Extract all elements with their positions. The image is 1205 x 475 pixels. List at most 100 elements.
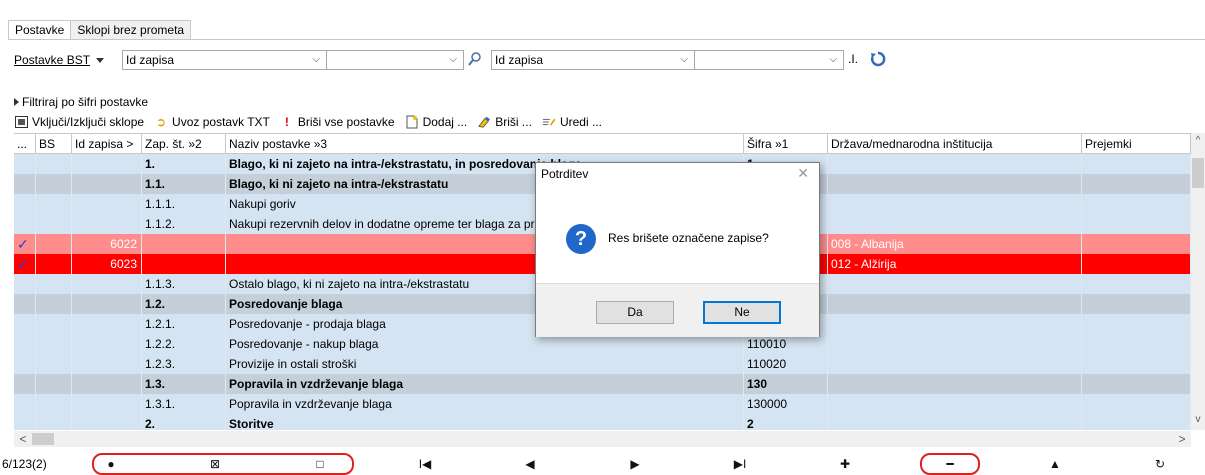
row-select-cell[interactable] [14,374,36,394]
sifra-cell[interactable]: 110020 [744,354,828,374]
bs-cell[interactable] [36,274,72,294]
prejemki-cell[interactable] [1082,414,1191,430]
field-select-1[interactable]: Id zapisa ⌵ [122,50,327,70]
row-select-cell[interactable] [14,154,36,174]
zap-cell[interactable]: 1. [142,154,226,174]
drzava-cell[interactable] [828,214,1082,234]
zap-cell[interactable]: 1.3. [142,374,226,394]
drzava-cell[interactable] [828,354,1082,374]
nav-first-button[interactable]: I◀ [410,456,440,472]
column-header-bs[interactable]: BS [36,134,72,154]
yes-button[interactable]: Da [596,301,674,324]
bs-cell[interactable] [36,194,72,214]
edit-button[interactable]: Uredi ... [542,115,602,129]
nav-clear-mark-button[interactable]: ⊠ [200,456,230,472]
bs-cell[interactable] [36,394,72,414]
prejemki-cell[interactable] [1082,394,1191,414]
prejemki-cell[interactable] [1082,334,1191,354]
id-cell[interactable] [72,274,142,294]
naziv-cell[interactable]: Popravila in vzdrževanje blaga [226,374,744,394]
id-cell[interactable] [72,194,142,214]
zap-cell[interactable]: 1.1. [142,174,226,194]
filter-value-2[interactable]: ⌵ [694,50,844,70]
horizontal-scrollbar[interactable]: < > [14,431,1191,447]
row-select-cell[interactable]: ✓ [14,234,36,254]
sifra-cell[interactable]: 2 [744,414,828,430]
row-select-cell[interactable] [14,174,36,194]
naziv-cell[interactable]: Popravila in vzdrževanje blaga [226,394,744,414]
prejemki-cell[interactable] [1082,374,1191,394]
zap-cell[interactable]: 1.1.3. [142,274,226,294]
bs-cell[interactable] [36,254,72,274]
filter-value-1[interactable]: ⌵ [326,50,464,70]
postavke-bst-link[interactable]: Postavke BST [14,53,90,67]
drzava-cell[interactable]: 012 - Alžirija [828,254,1082,274]
prejemki-cell[interactable] [1082,154,1191,174]
nav-next-button[interactable]: ▶ [620,456,650,472]
sifra-cell[interactable]: 110010 [744,334,828,354]
chevron-down-icon[interactable] [96,57,105,63]
zap-cell[interactable]: 1.2.2. [142,334,226,354]
column-header-id[interactable]: Id zapisa > [72,134,142,154]
tab-sklopi-brez-prometa[interactable]: Sklopi brez prometa [70,20,192,40]
nav-edit-button[interactable]: ▲ [1040,456,1070,472]
zap-cell[interactable] [142,254,226,274]
table-row[interactable]: 1.2.2. Posredovanje - nakup blaga 110010 [14,334,1191,354]
bs-cell[interactable] [36,334,72,354]
scroll-thumb-horizontal[interactable] [32,433,54,445]
row-select-cell[interactable] [14,414,36,430]
drzava-cell[interactable] [828,374,1082,394]
add-button[interactable]: Dodaj ... [405,115,467,129]
bs-cell[interactable] [36,414,72,430]
zap-cell[interactable]: 1.1.1. [142,194,226,214]
nav-last-button[interactable]: ▶I [725,456,755,472]
drzava-cell[interactable] [828,394,1082,414]
column-header-naziv[interactable]: Naziv postavke »3 [226,134,744,154]
table-row[interactable]: 1.3. Popravila in vzdrževanje blaga 130 [14,374,1191,394]
nav-insert-button[interactable]: ✚ [830,456,860,472]
naziv-cell[interactable]: Provizije in ostali stroški [226,354,744,374]
prejemki-cell[interactable] [1082,194,1191,214]
column-header-zap[interactable]: Zap. št. »2 [142,134,226,154]
row-select-cell[interactable] [14,394,36,414]
row-select-cell[interactable]: ✓ [14,254,36,274]
delete-button[interactable]: Briši ... [477,115,532,129]
id-cell[interactable]: 6023 [72,254,142,274]
zap-cell[interactable]: 1.1.2. [142,214,226,234]
prejemki-cell[interactable] [1082,174,1191,194]
id-cell[interactable] [72,414,142,430]
drzava-cell[interactable] [828,334,1082,354]
close-icon[interactable]: ✕ [797,165,809,182]
zap-cell[interactable]: 2. [142,414,226,430]
zap-cell[interactable] [142,234,226,254]
include-exclude-button[interactable]: Vključi/Izključi sklope [14,115,144,129]
zap-cell[interactable]: 1.2.3. [142,354,226,374]
id-cell[interactable] [72,214,142,234]
nav-delete-button[interactable]: ━ [935,456,965,472]
scroll-left-icon[interactable]: < [16,431,30,447]
nav-prior-button[interactable]: ◀ [515,456,545,472]
scroll-thumb[interactable] [1192,158,1204,188]
drzava-cell[interactable] [828,174,1082,194]
tab-postavke[interactable]: Postavke [8,20,72,40]
field-select-2[interactable]: Id zapisa ⌵ [491,50,695,70]
scroll-up-icon[interactable]: ^ [1191,135,1205,149]
prejemki-cell[interactable] [1082,294,1191,314]
row-select-cell[interactable] [14,214,36,234]
import-txt-button[interactable]: ➲ Uvoz postavk TXT [154,115,270,129]
naziv-cell[interactable]: Posredovanje - nakup blaga [226,334,744,354]
id-cell[interactable] [72,394,142,414]
id-cell[interactable] [72,294,142,314]
bs-cell[interactable] [36,214,72,234]
bs-cell[interactable] [36,294,72,314]
id-cell[interactable] [72,354,142,374]
bs-cell[interactable] [36,234,72,254]
drzava-cell[interactable] [828,194,1082,214]
refresh-icon[interactable] [870,51,886,67]
prejemki-cell[interactable] [1082,254,1191,274]
nav-unmark-button[interactable]: □ [305,456,335,472]
id-cell[interactable]: 6022 [72,234,142,254]
id-cell[interactable] [72,174,142,194]
id-cell[interactable] [72,154,142,174]
zap-cell[interactable]: 1.2. [142,294,226,314]
